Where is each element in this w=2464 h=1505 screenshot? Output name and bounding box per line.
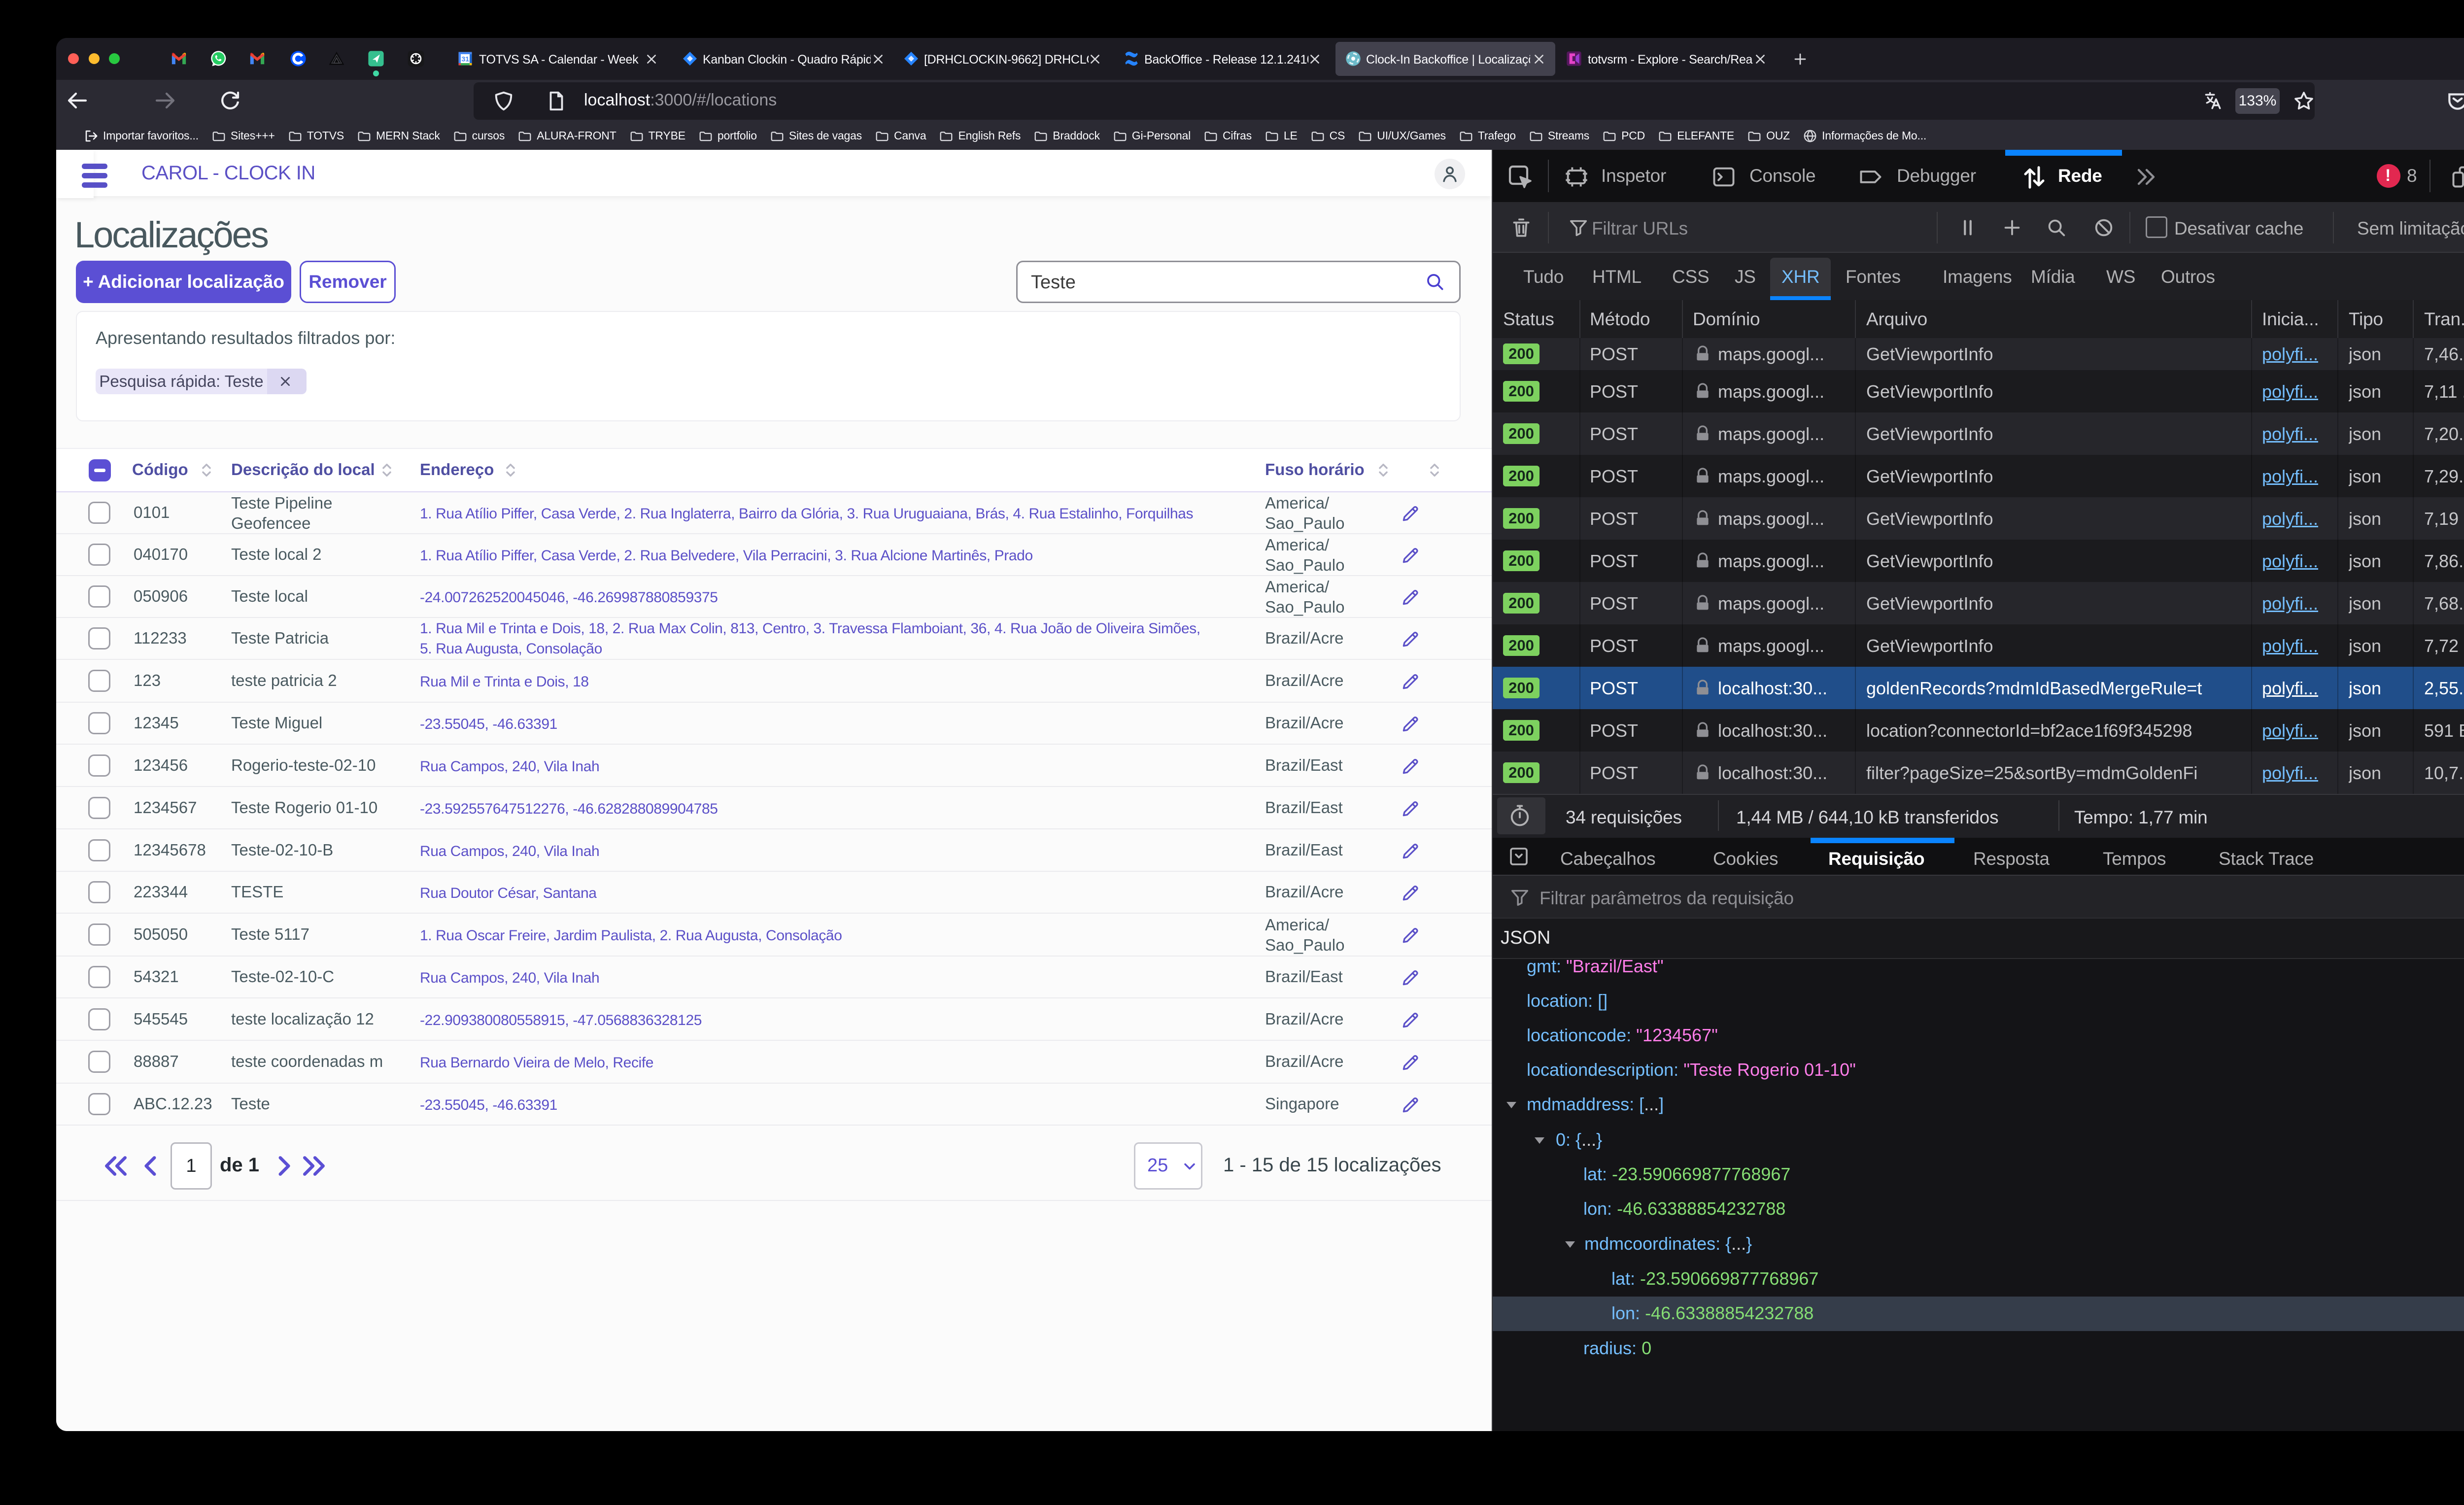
svg-text:31: 31 (461, 55, 469, 63)
